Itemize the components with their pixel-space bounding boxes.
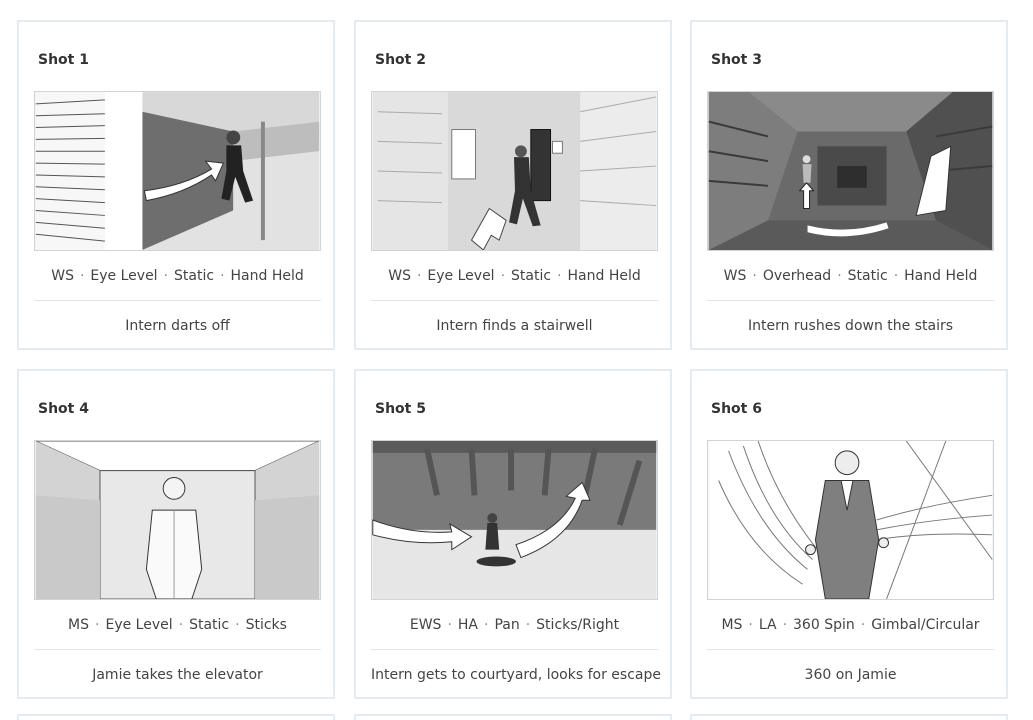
- sketch-stairwell-overhead: [708, 92, 993, 250]
- spec-equipment: Sticks: [245, 617, 287, 633]
- shot-specs: MS · LA · 360 Spin · Gimbal/Circular: [721, 617, 980, 633]
- sketch-360-spin: [708, 441, 993, 599]
- divider: [707, 300, 994, 301]
- spec-shot-size: WS: [51, 268, 74, 284]
- shot-frame-image[interactable]: [707, 440, 994, 600]
- shot-card-partial[interactable]: [17, 714, 335, 720]
- sketch-stairwell-door: [372, 92, 657, 250]
- spec-movement: Pan: [494, 617, 520, 633]
- shot-frame-image[interactable]: [34, 91, 321, 251]
- spec-shot-size: MS: [721, 617, 743, 633]
- shot-frame-image[interactable]: [371, 91, 658, 251]
- shot-description: Intern gets to courtyard, looks for esca…: [371, 667, 661, 683]
- spec-shot-size: EWS: [409, 617, 442, 633]
- shot-description: Intern finds a stairwell: [436, 318, 593, 334]
- spec-movement: Static: [847, 268, 888, 284]
- shot-title: Shot 4: [38, 401, 89, 417]
- shot-card[interactable]: Shot 2 WS · Eye Level · Static · Hand He…: [354, 20, 672, 350]
- shot-specs: WS · Eye Level · Static · Hand Held: [51, 268, 304, 284]
- spec-equipment: Hand Held: [567, 268, 641, 284]
- shot-specs: MS · Eye Level · Static · Sticks: [68, 617, 287, 633]
- spec-shot-size: WS: [723, 268, 747, 284]
- spec-equipment: Hand Held: [904, 268, 978, 284]
- shot-specs: WS · Overhead · Static · Hand Held: [723, 268, 978, 284]
- shot-card[interactable]: Shot 5 EWS · HA · Pan · Sticks/Right Int…: [354, 369, 672, 699]
- shot-card-partial[interactable]: [354, 714, 672, 720]
- shot-frame-image[interactable]: [707, 91, 994, 251]
- spec-angle: Eye Level: [427, 268, 495, 284]
- shot-frame-image[interactable]: [371, 440, 658, 600]
- shot-title: Shot 2: [375, 52, 426, 68]
- spec-movement: Static: [189, 617, 230, 633]
- spec-angle: HA: [457, 617, 478, 633]
- shot-card[interactable]: Shot 4 MS · Eye Level · Static · Sticks Jamie …: [17, 369, 335, 699]
- shot-card[interactable]: Shot 3 WS · Overhead · Static · Hand Hel…: [690, 20, 1008, 350]
- shot-title: Shot 6: [711, 401, 762, 417]
- divider: [371, 300, 658, 301]
- divider: [34, 300, 321, 301]
- spec-equipment: Sticks/Right: [536, 617, 620, 633]
- spec-movement: Static: [511, 268, 552, 284]
- spec-angle: Overhead: [762, 268, 832, 284]
- shot-card[interactable]: Shot 6 MS · LA · 360 Spin · Gimbal/Circular: [690, 369, 1008, 699]
- shot-frame-image[interactable]: [34, 440, 321, 600]
- shot-description: 360 on Jamie: [804, 667, 897, 683]
- spec-equipment: Gimbal/Circular: [871, 617, 980, 633]
- shot-description: Intern darts off: [125, 318, 230, 334]
- sketch-hallway-run: [35, 92, 320, 250]
- storyboard-grid: Shot 1 WS · Eye Level · Static · Hand He…: [0, 0, 1033, 720]
- spec-shot-size: MS: [68, 617, 90, 633]
- shot-card[interactable]: Shot 1 WS · Eye Level · Static · Hand He…: [17, 20, 335, 350]
- shot-title: Shot 3: [711, 52, 762, 68]
- shot-specs: EWS · HA · Pan · Sticks/Right: [409, 617, 620, 633]
- shot-description: Jamie takes the elevator: [92, 667, 263, 683]
- spec-angle: LA: [758, 617, 777, 633]
- spec-shot-size: WS: [388, 268, 411, 284]
- divider: [707, 649, 994, 650]
- spec-angle: Eye Level: [105, 617, 173, 633]
- sketch-courtyard: [372, 441, 657, 599]
- divider: [34, 649, 321, 650]
- spec-movement: Static: [174, 268, 215, 284]
- spec-angle: Eye Level: [90, 268, 158, 284]
- divider: [371, 649, 658, 650]
- sketch-elevator: [35, 441, 320, 599]
- spec-movement: 360 Spin: [793, 617, 855, 633]
- shot-card-partial[interactable]: [690, 714, 1008, 720]
- shot-specs: WS · Eye Level · Static · Hand Held: [388, 268, 641, 284]
- spec-equipment: Hand Held: [230, 268, 304, 284]
- shot-title: Shot 5: [375, 401, 426, 417]
- shot-description: Intern rushes down the stairs: [747, 318, 954, 334]
- shot-title: Shot 1: [38, 52, 89, 68]
